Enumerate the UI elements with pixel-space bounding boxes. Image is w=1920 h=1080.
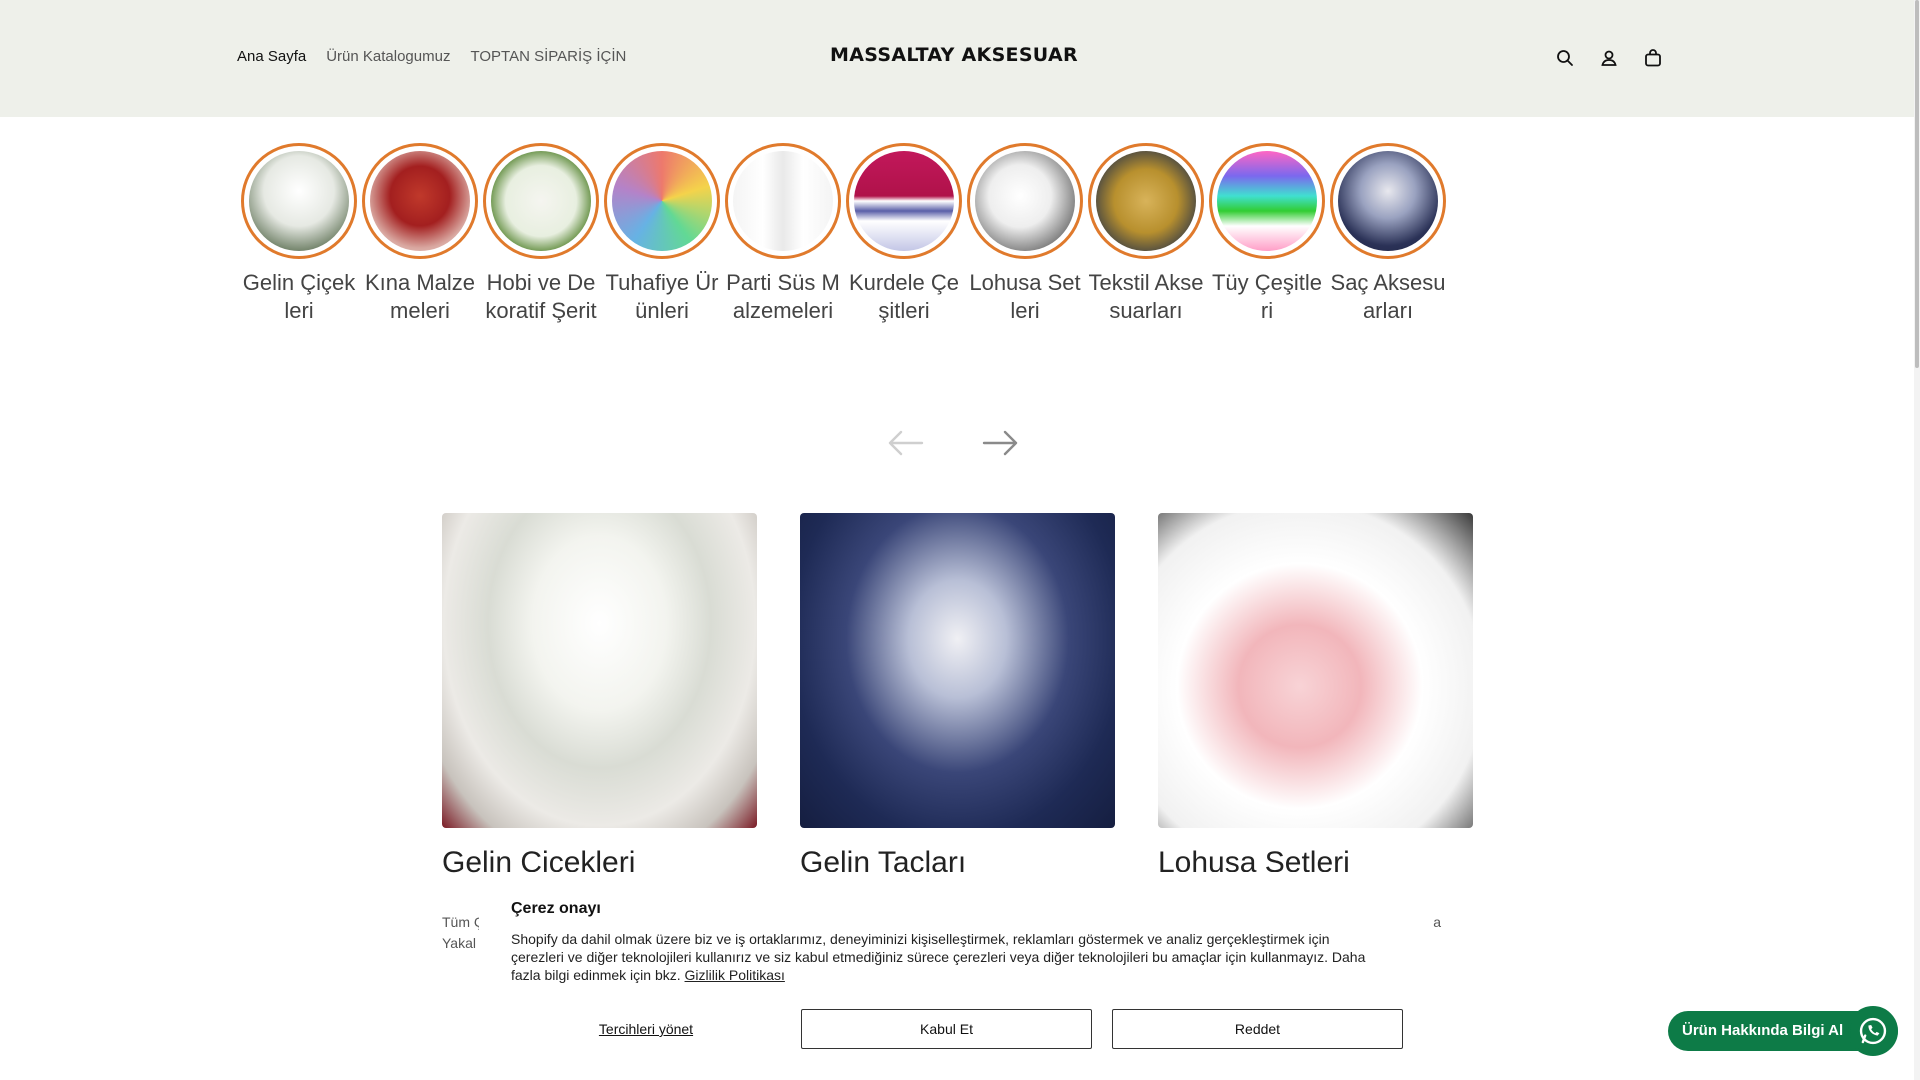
site-header: Ana Sayfa Ürün Katalogumuz TOPTAN SİPARİ… <box>0 0 1914 117</box>
category-image <box>1338 151 1438 251</box>
reject-cookies-button[interactable]: Reddet <box>1112 1009 1403 1049</box>
category-parti-sus-malzemeleri[interactable]: Parti Süs Malzemeleri <box>725 143 841 325</box>
category-label: Tekstil Aksesuarları <box>1088 270 1204 323</box>
category-image <box>1217 151 1317 251</box>
category-tuhafiye-urunleri[interactable]: Tuhafiye Ürünleri <box>604 143 720 325</box>
collection-image[interactable] <box>800 513 1115 828</box>
category-label: Kına Malzemeleri <box>364 270 476 323</box>
category-image <box>733 151 833 251</box>
privacy-policy-link[interactable]: Gizlilik Politikası <box>685 967 785 983</box>
carousel-controls <box>886 428 1020 458</box>
arrow-left-icon[interactable] <box>886 428 924 458</box>
collection-image[interactable] <box>442 513 757 828</box>
header-icons <box>1555 48 1663 68</box>
cookie-text: Shopify da dahil olmak üzere biz ve iş o… <box>511 930 1378 984</box>
scrollbar-thumb[interactable] <box>1915 0 1919 368</box>
category-sac-aksesuarlari[interactable]: Saç Aksesuarları <box>1330 143 1446 325</box>
category-label: Hobi ve Dekoratif Şerit <box>485 270 597 323</box>
manage-preferences-button[interactable]: Tercihleri yönet <box>511 1021 781 1037</box>
category-tekstil-aksesuarlari[interactable]: Tekstil Aksesuarları <box>1088 143 1204 325</box>
category-label: Gelin Çiçekleri <box>242 270 356 323</box>
category-tuy-cesitleri[interactable]: Tüy Çeşitleri <box>1209 143 1325 325</box>
arrow-right-icon[interactable] <box>982 428 1020 458</box>
category-label: Saç Aksesuarları <box>1330 270 1446 323</box>
category-image <box>854 151 954 251</box>
accept-cookies-button[interactable]: Kabul Et <box>801 1009 1092 1049</box>
whatsapp-icon[interactable] <box>1848 1006 1898 1056</box>
collection-image[interactable] <box>1158 513 1473 828</box>
cookie-title: Çerez onayı <box>511 900 601 917</box>
nav-home[interactable]: Ana Sayfa <box>237 48 306 65</box>
category-lohusa-setleri[interactable]: Lohusa Setleri <box>967 143 1083 325</box>
nav-catalog[interactable]: Ürün Katalogumuz <box>326 48 450 65</box>
category-label: Parti Süs Malzemeleri <box>726 270 840 323</box>
cookie-actions: Tercihleri yönet Kabul Et Reddet <box>511 1009 1403 1049</box>
category-hobi-dekoratif-serit[interactable]: Hobi ve Dekoratif Şerit <box>483 143 599 325</box>
category-label: Kurdele Çeşitleri <box>848 270 960 323</box>
category-image <box>370 151 470 251</box>
category-label: Tuhafiye Ürünleri <box>605 270 719 323</box>
category-kurdele-cesitleri[interactable]: Kurdele Çeşitleri <box>846 143 962 325</box>
category-image <box>975 151 1075 251</box>
search-icon[interactable] <box>1555 48 1575 68</box>
site-logo[interactable]: MASSALTAY AKSESUAR <box>830 44 1078 66</box>
category-image <box>1096 151 1196 251</box>
category-label: Lohusa Setleri <box>969 270 1081 323</box>
category-image <box>249 151 349 251</box>
category-carousel: Gelin Çiçekleri Kına Malzemeleri Hobi ve… <box>241 143 1446 325</box>
nav-wholesale[interactable]: TOPTAN SİPARİŞ İÇİN <box>470 48 626 65</box>
category-image <box>491 151 591 251</box>
category-gelin-cicekleri[interactable]: Gelin Çiçekleri <box>241 143 357 325</box>
category-label: Tüy Çeşitleri <box>1211 270 1323 323</box>
category-image <box>612 151 712 251</box>
category-kina-malzemeleri[interactable]: Kına Malzemeleri <box>362 143 478 325</box>
cookie-consent-banner: Çerez onayı Shopify da dahil olmak üzere… <box>479 872 1410 1080</box>
cookie-text-body: Shopify da dahil olmak üzere biz ve iş o… <box>511 931 1366 983</box>
main-nav: Ana Sayfa Ürün Katalogumuz TOPTAN SİPARİ… <box>237 48 626 65</box>
cart-icon[interactable] <box>1643 48 1663 68</box>
account-icon[interactable] <box>1599 48 1619 68</box>
